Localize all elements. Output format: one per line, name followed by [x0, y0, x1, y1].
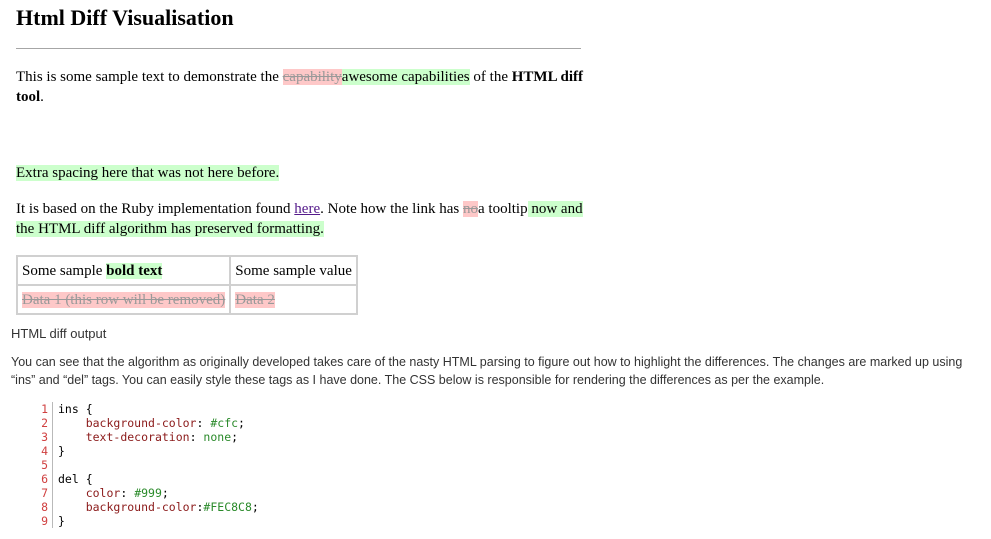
output-caption: HTML diff output — [11, 326, 107, 341]
code-line: 3 text-decoration: none; — [36, 430, 259, 444]
deleted-cell-text: Data 1 (this row will be removed) — [22, 291, 226, 308]
paragraph-ruby-implementation: It is based on the Ruby implementation f… — [16, 199, 586, 239]
css-property: color — [85, 486, 121, 500]
css-value: #cfc — [210, 416, 239, 430]
inserted-text: awesome capabilities — [341, 69, 470, 85]
line-number: 7 — [36, 486, 53, 500]
table-cell: Some sample value — [229, 255, 358, 286]
line-number: 4 — [36, 444, 53, 458]
deleted-text: capability — [282, 69, 342, 85]
css-value: #999 — [134, 486, 162, 500]
css-property: text-decoration — [85, 430, 190, 444]
code-brace: } — [58, 514, 65, 528]
cell-text: Some sample — [22, 262, 107, 279]
ruby-implementation-link[interactable]: here — [294, 201, 320, 217]
inserted-paragraph: Extra spacing here that was not here bef… — [16, 165, 280, 181]
p3-tooltip-text: a tooltip — [478, 201, 528, 217]
deleted-word: no — [463, 201, 479, 217]
line-number: 1 — [36, 402, 53, 416]
p3-text-mid: . Note how the link has — [320, 201, 464, 217]
css-property: background-color — [85, 416, 197, 430]
code-line: 1 ins { — [36, 402, 259, 416]
line-number: 2 — [36, 416, 53, 430]
code-brace: { — [78, 402, 93, 416]
table-cell: Data 2 — [229, 284, 358, 315]
css-selector: ins — [58, 402, 79, 416]
code-line: 6 del { — [36, 472, 259, 486]
line-number: 9 — [36, 514, 53, 528]
inserted-bold-text: bold text — [106, 262, 163, 279]
line-number: 3 — [36, 430, 53, 444]
code-line: 5 — [36, 458, 259, 472]
p1-text-end: . — [40, 89, 44, 105]
line-number: 6 — [36, 472, 53, 486]
table-row: Some sample bold text Some sample value — [15, 255, 358, 286]
code-line: 9} — [36, 514, 259, 528]
code-brace: } — [58, 444, 65, 458]
css-value: #FEC8C8 — [203, 500, 252, 514]
p3-text-start: It is based on the Ruby implementation f… — [16, 201, 295, 217]
code-line: 4} — [36, 444, 259, 458]
css-value: none — [203, 430, 232, 444]
page-title: Html Diff Visualisation — [16, 5, 234, 30]
css-code-block: 1 ins { 2 background-color: #cfc; 3 text-… — [36, 402, 259, 528]
p1-text-start: This is some sample text to demonstrate … — [16, 69, 283, 85]
code-brace: { — [78, 472, 93, 486]
css-property: background-color — [85, 500, 197, 514]
bold-text: bold text — [106, 262, 163, 279]
line-number: 5 — [36, 458, 53, 472]
p1-text-mid: of the — [469, 69, 512, 85]
horizontal-rule — [16, 48, 581, 49]
description-text: You can see that the algorithm as origin… — [11, 355, 963, 387]
deleted-cell-text: Data 2 — [235, 291, 275, 308]
css-selector: del — [58, 472, 79, 486]
table-cell: Data 1 (this row will be removed) — [15, 284, 232, 315]
table-cell: Some sample bold text — [15, 255, 232, 286]
code-line: 8 background-color:#FEC8C8; — [36, 500, 259, 514]
code-line: 2 background-color: #cfc; — [36, 416, 259, 430]
line-number: 8 — [36, 500, 53, 514]
code-line: 7 color: #999; — [36, 486, 259, 500]
paragraph-capabilities: This is some sample text to demonstrate … — [16, 67, 586, 107]
table-row-removed: Data 1 (this row will be removed) Data 2 — [15, 284, 358, 315]
paragraph-extra-spacing: Extra spacing here that was not here bef… — [16, 163, 586, 183]
sample-table: Some sample bold text Some sample value … — [15, 255, 358, 315]
